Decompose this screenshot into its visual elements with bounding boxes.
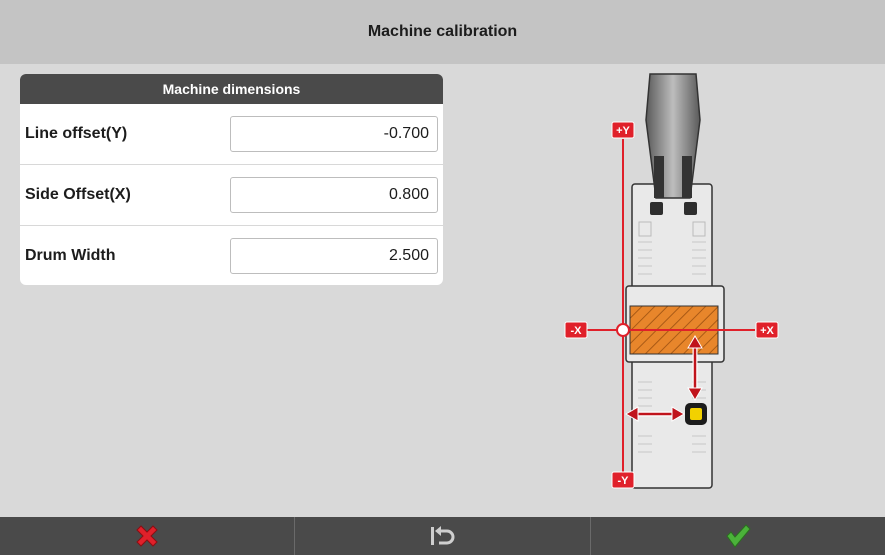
line-offset-label: Line offset(Y) [25,125,128,142]
panel-title: Machine dimensions [162,81,301,97]
machine-dimensions-panel: Machine dimensions Line offset(Y) Side O… [20,74,443,285]
drum [625,285,725,363]
axis-label-plus-y: +Y [611,121,635,139]
side-offset-input[interactable] [230,177,438,213]
confirm-button[interactable] [591,517,885,555]
machine-arm [645,73,701,215]
bottom-toolbar [0,517,885,555]
machine-diagram: +Y -Y -X +X [564,73,779,489]
svg-text:-Y: -Y [618,475,630,487]
svg-text:+X: +X [760,325,774,337]
sensor-marker [685,403,707,425]
drum-width-label: Drum Width [25,247,116,264]
line-offset-row: Line offset(Y) [20,104,443,165]
undo-icon [431,526,455,545]
axis-label-minus-y: -Y [611,471,635,489]
axis-label-plus-x: +X [755,321,779,339]
x-icon [136,525,158,547]
side-offset-label: Side Offset(X) [25,186,131,203]
svg-text:-X: -X [571,325,583,337]
reset-button[interactable] [295,517,591,555]
axis-label-minus-x: -X [564,321,588,339]
page-title: Machine calibration [367,23,518,40]
line-offset-input[interactable] [230,116,438,152]
check-icon [726,524,751,548]
svg-text:+Y: +Y [616,125,630,137]
side-offset-row: Side Offset(X) [20,165,443,226]
drum-width-input[interactable] [230,238,438,274]
cancel-button[interactable] [0,517,296,555]
title-bar: Machine calibration [0,0,885,64]
drum-width-row: Drum Width [20,226,443,285]
panel-header: Machine dimensions [20,74,443,104]
